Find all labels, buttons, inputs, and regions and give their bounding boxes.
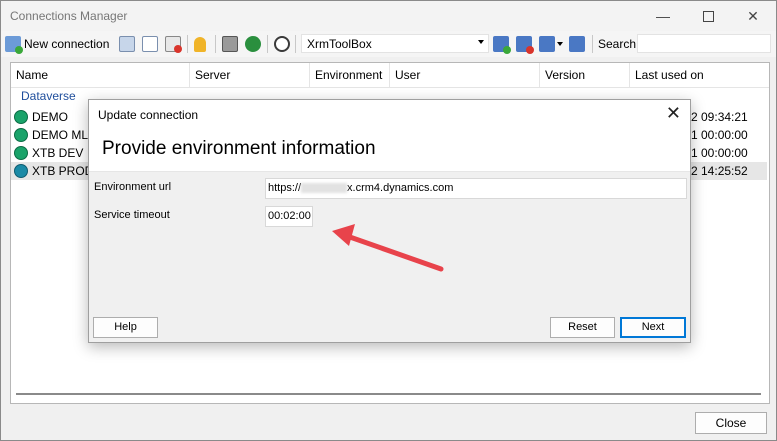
search-input[interactable]	[637, 34, 771, 53]
dialog-title: Update connection	[98, 108, 199, 122]
remove-file-button[interactable]	[516, 34, 534, 54]
delete-icon	[165, 36, 182, 53]
new-connection-icon	[5, 36, 23, 54]
copy-icon	[142, 36, 158, 52]
web-button[interactable]	[245, 34, 261, 54]
dialog-heading: Provide environment information	[102, 138, 376, 159]
dataverse-icon	[14, 146, 28, 160]
connection-last-used: 1 00:00:00	[691, 128, 748, 142]
server-button[interactable]	[222, 34, 238, 54]
search-label: Search	[598, 37, 637, 51]
column-header-user[interactable]: User	[390, 63, 540, 87]
connection-name: DEMO	[32, 110, 68, 124]
column-header-environment[interactable]: Environment	[310, 63, 390, 87]
redacted-text	[301, 183, 348, 194]
new-connection-label: New connection	[24, 37, 110, 51]
connection-last-used: 2 14:25:52	[691, 164, 748, 178]
environment-url-input[interactable]: https:// x.crm4.dynamics.com	[265, 178, 687, 199]
column-header-last-used[interactable]: Last used on	[630, 63, 769, 87]
globe-icon	[245, 36, 261, 52]
update-connection-dialog: Update connection ✕ Provide environment …	[88, 99, 691, 343]
delete-connection-button[interactable]	[165, 34, 182, 54]
service-timeout-label: Service timeout	[94, 209, 170, 221]
dataverse-icon	[14, 128, 28, 142]
chevron-down-icon	[557, 42, 563, 46]
minimize-button[interactable]: —	[641, 1, 685, 31]
history-button[interactable]	[274, 34, 290, 54]
group-header-dataverse: Dataverse	[21, 89, 76, 103]
service-timeout-input[interactable]: 00:02:00	[265, 206, 313, 227]
column-header-name[interactable]: Name	[11, 63, 190, 87]
close-button[interactable]: Close	[695, 412, 767, 434]
column-header-version[interactable]: Version	[540, 63, 630, 87]
connection-last-used: 2 09:34:21	[691, 110, 748, 124]
connection-file-value: XrmToolBox	[307, 36, 372, 51]
connection-name: XTB DEV	[32, 146, 84, 160]
copy-connection-button[interactable]	[142, 34, 158, 54]
close-icon: ✕	[747, 7, 759, 24]
connection-file-select[interactable]: XrmToolBox	[301, 34, 489, 53]
edit-file-icon	[569, 36, 585, 52]
import-file-button[interactable]	[539, 34, 563, 54]
dataverse-icon	[14, 110, 28, 124]
chevron-down-icon	[478, 40, 484, 44]
environment-url-label: Environment url	[94, 181, 172, 193]
next-button[interactable]: Next	[620, 317, 686, 338]
toolbar: New connection XrmToolBox Search	[1, 31, 776, 57]
window-title: Connections Manager	[10, 9, 128, 23]
connection-name: XTB PROD	[32, 164, 94, 178]
column-header-server[interactable]: Server	[190, 63, 310, 87]
save-file-icon	[493, 36, 511, 54]
window-close-button[interactable]: ✕	[731, 1, 775, 31]
connection-name: DEMO MLC	[32, 128, 97, 142]
import-file-icon	[539, 36, 555, 52]
list-header: Name Server Environment User Version Las…	[11, 63, 769, 88]
environment-url-prefix: https://	[268, 182, 302, 194]
key-icon	[194, 36, 206, 52]
save-file-button[interactable]	[493, 34, 511, 54]
dialog-title-bar: Update connection ✕	[89, 100, 690, 129]
edit-icon	[119, 36, 135, 52]
credentials-button[interactable]	[194, 34, 206, 54]
edit-connection-button[interactable]	[119, 34, 135, 54]
remove-file-icon	[516, 36, 534, 54]
connection-last-used: 1 00:00:00	[691, 146, 748, 160]
horizontal-scrollbar[interactable]	[16, 393, 761, 395]
maximize-button[interactable]	[686, 1, 730, 31]
edit-file-button[interactable]	[569, 34, 585, 54]
new-connection-button[interactable]: New connection	[5, 34, 109, 54]
reset-button[interactable]: Reset	[550, 317, 615, 338]
dialog-close-icon[interactable]: ✕	[666, 103, 681, 124]
maximize-icon	[702, 10, 714, 22]
clock-icon	[274, 36, 290, 52]
server-icon	[222, 36, 238, 52]
minimize-icon: —	[656, 8, 670, 24]
environment-url-suffix: x.crm4.dynamics.com	[347, 182, 454, 194]
help-button[interactable]: Help	[93, 317, 158, 338]
dataverse-icon	[14, 164, 28, 178]
title-bar: Connections Manager — ✕	[1, 1, 776, 31]
dialog-header: Provide environment information	[89, 129, 690, 172]
